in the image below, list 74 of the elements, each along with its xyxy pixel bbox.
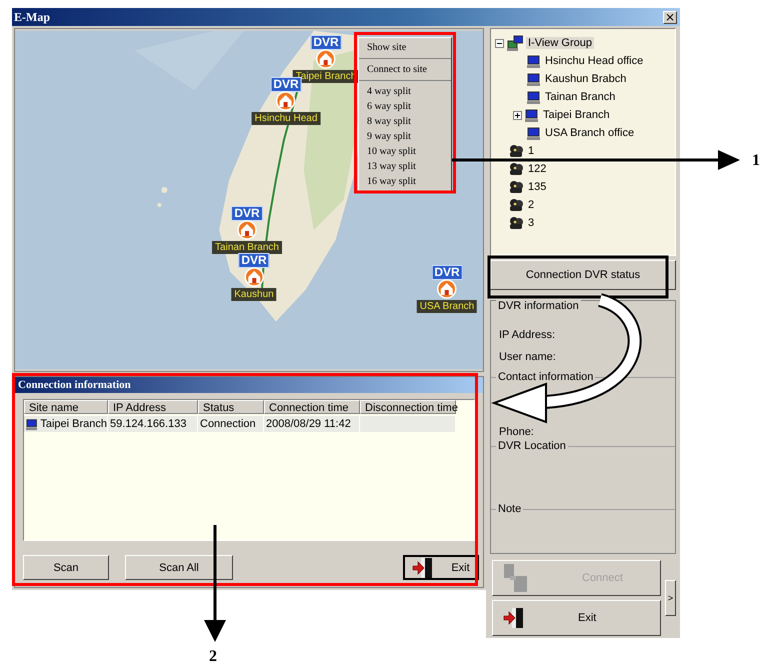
users-icon [509,144,523,158]
dvr-badge: DVR [231,206,263,221]
column-header[interactable]: Site name [24,400,108,414]
field-label: Phone: [499,426,535,438]
menu-item[interactable]: 10 way split [359,144,451,159]
tree-item[interactable]: 2 [526,199,536,211]
column-header[interactable]: Status [198,400,264,414]
tree-item[interactable]: I-View Group [526,37,594,49]
menu-item[interactable]: 4 way split [359,84,451,99]
menu-item[interactable]: 9 way split [359,129,451,144]
users-icon [509,216,523,230]
callout-number: 1 [752,152,760,170]
tree-item[interactable]: Kaushun Brabch [543,73,628,85]
menu-item[interactable]: 16 way split [359,174,451,189]
users-icon [509,198,523,212]
status-button[interactable]: Connection DVR status [490,260,676,290]
users-icon [509,180,523,194]
field-label: User name: [499,351,557,363]
tree-item[interactable]: 135 [526,181,548,193]
expand-panel-button[interactable]: > [665,580,676,616]
menu-item[interactable]: Connect to site [359,62,451,81]
column-header[interactable]: Disconnection time [360,400,456,414]
scan-button[interactable]: Scan All [125,555,233,580]
site-name: Taipei Branch [40,417,107,432]
site-label[interactable]: Kaushun [231,288,277,301]
expand-icon[interactable] [513,110,522,120]
site-label[interactable]: USA Branch [416,300,478,313]
plugs-icon [503,563,528,593]
house-icon [237,220,257,240]
scan-button[interactable]: Scan [23,555,109,580]
site-label[interactable]: Tainan Branch [212,241,282,254]
dvr-badge: DVR [270,77,302,92]
table-cell: 59.124.166.133 [108,416,197,432]
site-label[interactable]: Hsinchu Head [252,112,320,125]
computers-icon [507,35,523,51]
tree-item[interactable]: 3 [526,217,536,229]
tree-item[interactable]: Taipei Branch [541,109,612,121]
menu-item[interactable]: 13 way split [359,159,451,174]
dvr-badge: DVR [238,253,270,268]
column-header[interactable]: IP Address [108,400,198,414]
monitor-icon [26,418,38,430]
tree-item[interactable]: Hsinchu Head office [543,55,646,67]
tree-item[interactable]: 122 [526,163,548,175]
table-cell: 2008/08/29 11:42 [264,416,359,432]
monitor-icon [527,126,540,140]
dvr-badge: DVR [310,35,342,50]
column-header[interactable]: Connection time [264,400,360,414]
exit-door-icon [503,607,524,629]
callout-number: 2 [209,648,217,666]
monitor-icon [527,54,540,68]
menu-item[interactable]: Show site [359,40,451,59]
monitor-icon [527,90,540,104]
dvr-badge: DVR [431,265,463,280]
section-title: Note [496,503,524,515]
exit-button[interactable]: Exit [403,555,479,580]
exit-button[interactable]: Exit [492,600,662,636]
tree-item[interactable]: 1 [526,145,536,157]
window-title: E-Map [14,10,50,24]
exit-door-icon [412,556,434,578]
panel-title: Connection information [15,377,483,393]
tree-item[interactable]: USA Branch office [543,127,636,139]
users-icon [509,162,523,176]
tree-item[interactable]: Tainan Branch [543,91,618,103]
field-label: IP Address: [499,329,556,341]
menu-item[interactable]: 8 way split [359,114,451,129]
table-cell: Connection [198,416,263,432]
monitor-icon [527,72,540,86]
collapse-icon[interactable] [495,38,504,48]
menu-item[interactable]: 6 way split [359,99,451,114]
monitor-icon [525,108,538,122]
section-title: DVR Location [496,440,568,452]
section-title: DVR information [496,300,581,312]
close-button[interactable]: × [663,10,677,24]
section-title: Contact information [496,371,596,383]
